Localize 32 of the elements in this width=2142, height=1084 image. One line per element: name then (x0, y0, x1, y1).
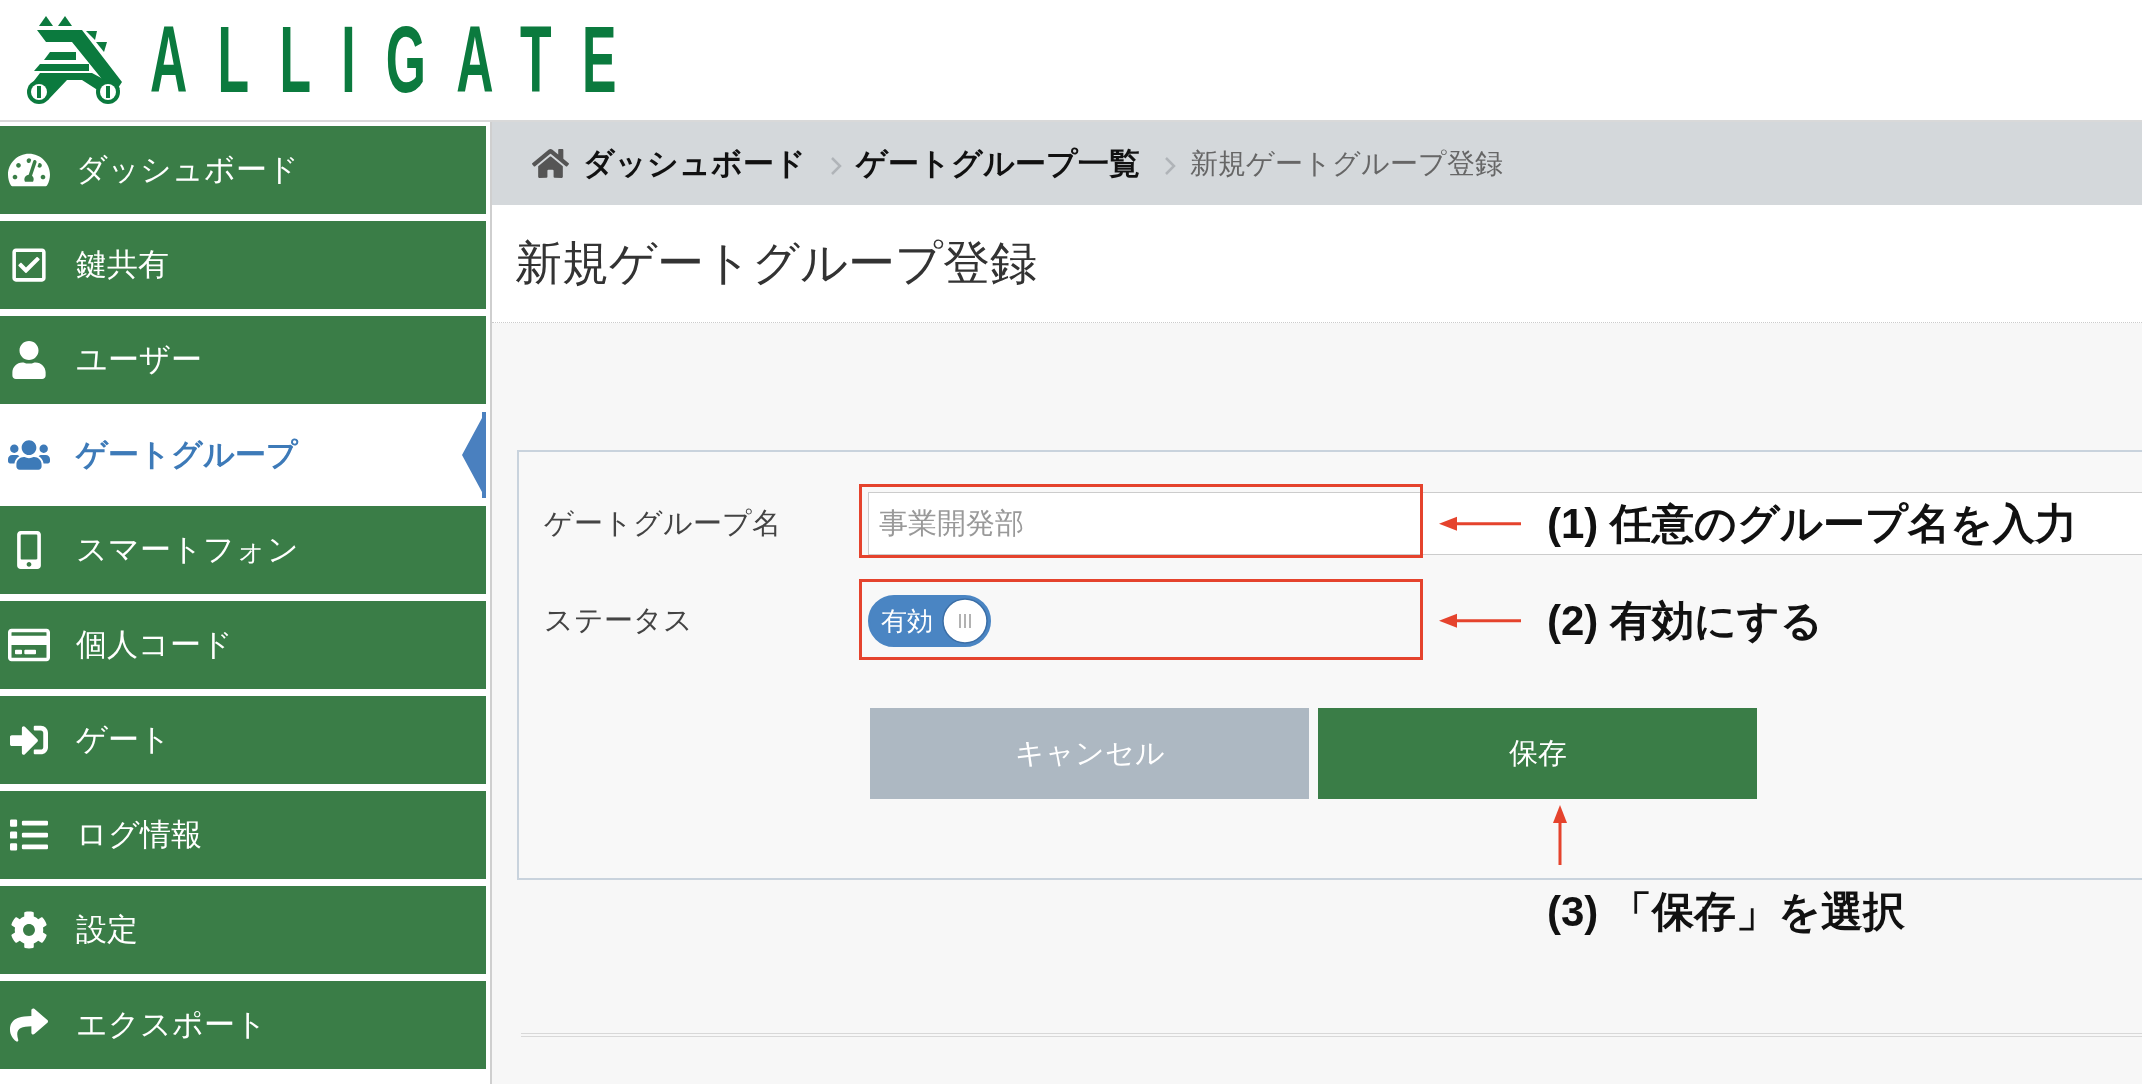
status-toggle[interactable]: 有効 (868, 595, 991, 647)
logo-text: ALLIGATE (150, 13, 647, 107)
sidebar-item[interactable]: ユーザー (0, 316, 486, 404)
sidebar-item[interactable]: 鍵共有 (0, 221, 486, 309)
active-pointer-icon (462, 412, 486, 498)
sidebar-item[interactable]: ゲート (0, 696, 486, 784)
chevron-icon (830, 155, 842, 176)
left-arrow-icon (1439, 611, 1521, 631)
knob-icon (942, 598, 988, 644)
breadcrumb-current: 新規ゲートグループ登録 (1190, 146, 1503, 181)
sidebar-item[interactable]: エクスポート (0, 981, 486, 1069)
card-icon (8, 626, 50, 664)
sidebar-item[interactable]: ダッシュボード (0, 126, 486, 214)
home-icon (532, 147, 569, 180)
sidebar-item[interactable]: 設定 (0, 886, 486, 974)
annotation-text: (2) 有効にする (1547, 595, 1823, 646)
gauge-icon (8, 151, 50, 189)
annotation-text: (3) 「保存」を選択 (1547, 887, 1905, 937)
chevron-icon (1164, 155, 1176, 176)
field-label: ステータス (544, 603, 694, 638)
breadcrumb-link[interactable]: ダッシュボード (583, 142, 806, 185)
settings-icon (8, 911, 50, 949)
sidebar-item[interactable]: ログ情報 (0, 791, 486, 879)
annotation-text: (1) 任意のグループ名を入力 (1547, 498, 2077, 549)
breadcrumb-link[interactable]: ゲートグループ一覧 (856, 142, 1140, 185)
field-label: ゲートグループ名 (544, 505, 782, 541)
sidebar-item[interactable]: 個人コード (0, 601, 486, 689)
up-arrow-icon (1550, 805, 1570, 865)
page-title: 新規ゲートグループ登録 (515, 235, 1037, 291)
save-button[interactable]: 保存 (1318, 708, 1757, 799)
share-icon (8, 1006, 50, 1044)
sidebar-item[interactable]: スマートフォン (0, 506, 486, 594)
